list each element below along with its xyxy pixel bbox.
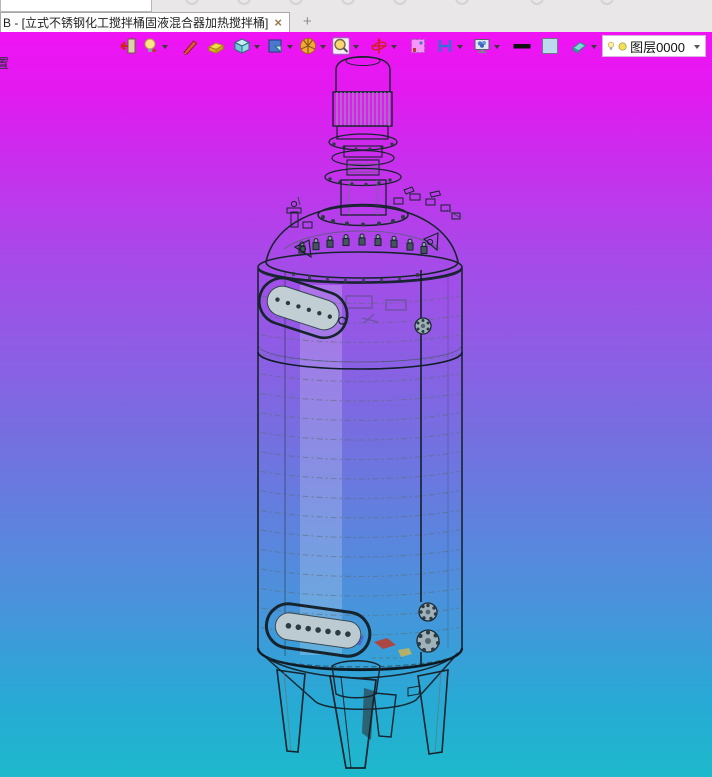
section-dropdown-caret[interactable] xyxy=(456,45,463,49)
tab-close-icon[interactable]: × xyxy=(274,16,282,29)
move-dropdown-caret[interactable] xyxy=(390,45,397,49)
sheet-dropdown-caret[interactable] xyxy=(287,45,294,49)
new-tab-button[interactable]: + xyxy=(303,13,312,30)
clipped-combobox[interactable] xyxy=(0,0,152,12)
layer-color-icon xyxy=(618,42,627,50)
clipped-toolbar-icon[interactable] xyxy=(237,0,251,5)
lamp-icon[interactable] xyxy=(140,35,160,57)
surface-box-icon[interactable] xyxy=(206,35,226,57)
tab-bar: B - [立式不锈钢化工搅拌桶固液混合器加热搅拌桶] × + xyxy=(0,12,712,32)
lamp-dropdown-caret[interactable] xyxy=(162,45,168,49)
layer-name: 图层0000 xyxy=(630,39,685,55)
view-toolbar: 图层0000 xyxy=(118,34,706,58)
zoom-dropdown-caret[interactable] xyxy=(353,45,360,49)
sheet-feature-icon[interactable] xyxy=(265,35,285,57)
monitor-render-icon[interactable] xyxy=(472,35,492,57)
clipped-toolbar-icon[interactable] xyxy=(530,0,544,5)
pencil-sketch-icon[interactable] xyxy=(180,35,200,57)
exit-door-icon[interactable] xyxy=(118,35,138,57)
selection-frame-icon[interactable] xyxy=(408,35,428,57)
layer-bulb-icon xyxy=(607,41,615,50)
magnifier-zoom-icon[interactable] xyxy=(331,35,351,57)
model-3d-tank[interactable] xyxy=(0,0,712,777)
clipped-toolbar-icon[interactable] xyxy=(455,0,469,5)
clipped-edge-label: 置 xyxy=(0,56,10,71)
crosshair-move-icon[interactable] xyxy=(369,35,389,57)
eraser-wedge-icon[interactable] xyxy=(569,35,589,57)
color-swatch[interactable] xyxy=(540,35,560,57)
h-section-icon[interactable] xyxy=(435,35,455,57)
document-tab[interactable]: B - [立式不锈钢化工搅拌桶固液混合器加热搅拌桶] × xyxy=(0,12,290,32)
quick-access-strip xyxy=(0,0,712,12)
clipped-toolbar-icon[interactable] xyxy=(289,0,303,5)
model-legs[interactable] xyxy=(276,669,449,769)
document-tab-title: B - [立式不锈钢化工搅拌桶固液混合器加热搅拌桶] xyxy=(3,16,269,30)
line-width-swatch[interactable] xyxy=(512,35,532,57)
solid-cube-icon[interactable] xyxy=(232,35,252,57)
pie-pattern-icon[interactable] xyxy=(298,35,318,57)
layer-dropdown-caret[interactable] xyxy=(694,45,700,49)
solid-dropdown-caret[interactable] xyxy=(254,45,261,49)
model-dished-head[interactable] xyxy=(265,186,462,279)
model-side-nozzles[interactable] xyxy=(414,317,440,653)
eraser-dropdown-caret[interactable] xyxy=(591,45,597,49)
clipped-toolbar-icon[interactable] xyxy=(600,0,614,5)
layer-selector[interactable]: 图层0000 xyxy=(602,35,706,57)
clipped-toolbar-icon[interactable] xyxy=(393,0,407,5)
clipped-toolbar-icon[interactable] xyxy=(185,0,199,5)
app-window: B - [立式不锈钢化工搅拌桶固液混合器加热搅拌桶] × + 置 图层0000 xyxy=(0,0,712,777)
clipped-toolbar-icon[interactable] xyxy=(341,0,355,5)
pie-dropdown-caret[interactable] xyxy=(320,45,327,49)
render-dropdown-caret[interactable] xyxy=(493,45,500,49)
